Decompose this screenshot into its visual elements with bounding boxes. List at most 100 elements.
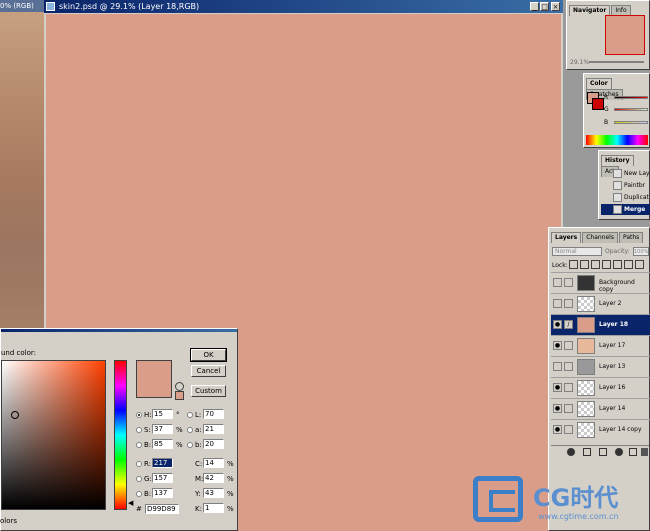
eye-icon[interactable]: ● bbox=[553, 320, 562, 329]
blend-mode-select[interactable]: Normal bbox=[552, 247, 602, 256]
gamut-warning-icon[interactable] bbox=[175, 382, 184, 391]
color-field[interactable] bbox=[1, 360, 106, 510]
move-icon[interactable] bbox=[624, 260, 633, 269]
history-palette: HistoryAct New Lay Paintbr Duplicat Merg… bbox=[598, 150, 650, 220]
hue-slider[interactable] bbox=[114, 360, 127, 510]
layer-thumbnail bbox=[577, 422, 595, 438]
h-radio[interactable] bbox=[136, 412, 142, 418]
layer-row[interactable]: Layer 13 bbox=[551, 356, 650, 377]
cgtime-watermark: CG时代 www.cgtime.com.cn bbox=[473, 472, 643, 528]
color-field-cursor[interactable] bbox=[11, 411, 19, 419]
layers-bottom-toolbar bbox=[551, 445, 649, 458]
layer-thumbnail bbox=[577, 338, 595, 354]
history-item-selected[interactable]: Merge bbox=[601, 204, 650, 215]
color-picker-dialog: und color: ◀ OK Cancel Custom H: 15 ° S: 37… bbox=[0, 328, 238, 531]
g-radio[interactable] bbox=[136, 476, 142, 482]
layer-row[interactable]: Background copy bbox=[551, 272, 650, 293]
ok-button[interactable]: OK bbox=[190, 348, 227, 362]
tab-color[interactable]: Color bbox=[586, 78, 612, 89]
lock-transparency-icon[interactable] bbox=[569, 260, 578, 269]
custom-button[interactable]: Custom bbox=[191, 385, 226, 397]
photoshop-doc-icon bbox=[46, 2, 55, 11]
history-item[interactable]: Paintbr bbox=[601, 180, 650, 191]
tab-layers[interactable]: Layers bbox=[551, 232, 582, 243]
red-slider[interactable] bbox=[614, 96, 648, 99]
blue-slider[interactable] bbox=[614, 121, 648, 124]
b-radio[interactable] bbox=[136, 442, 142, 448]
visibility-toggle[interactable] bbox=[553, 362, 562, 371]
layer-link-toggle[interactable] bbox=[564, 362, 573, 371]
cancel-button[interactable]: Cancel bbox=[191, 365, 226, 377]
layer-thumbnail bbox=[577, 275, 595, 291]
layer-row[interactable]: Layer 2 bbox=[551, 293, 650, 314]
lock-label: Lock: bbox=[552, 262, 568, 269]
layer-name: Layer 13 bbox=[599, 363, 626, 370]
eye-icon[interactable]: ● bbox=[553, 383, 562, 392]
adjustment-layer-icon[interactable] bbox=[615, 448, 623, 456]
s-radio[interactable] bbox=[136, 427, 142, 433]
a-radio[interactable] bbox=[187, 427, 193, 433]
color-palette: ColorSwatches R G B bbox=[583, 73, 650, 148]
tab-channels[interactable]: Channels bbox=[582, 232, 618, 243]
document-title: skin2.psd @ 29.1% (Layer 18,RGB) bbox=[59, 2, 200, 11]
watermark-url: www.cgtime.com.cn bbox=[538, 512, 619, 521]
visibility-toggle[interactable] bbox=[553, 278, 562, 287]
new-layer-icon[interactable] bbox=[629, 448, 637, 456]
lab-b-radio[interactable] bbox=[187, 442, 193, 448]
navigator-zoom-slider[interactable] bbox=[589, 61, 644, 63]
layer-link-toggle[interactable] bbox=[564, 404, 573, 413]
history-item[interactable]: Duplicat bbox=[601, 192, 650, 203]
layer-row[interactable]: ● Layer 16 bbox=[551, 377, 650, 398]
layer-row-selected[interactable]: ● / Layer 18 bbox=[551, 314, 650, 335]
lock-buttons[interactable] bbox=[569, 260, 649, 270]
hex-input[interactable]: D99D89 bbox=[145, 504, 179, 514]
navigator-zoom[interactable]: 29.1% bbox=[570, 59, 589, 66]
maximize-button[interactable]: □ bbox=[540, 2, 549, 11]
color-picker-titlebar[interactable] bbox=[1, 329, 237, 332]
layer-thumbnail bbox=[577, 359, 595, 375]
tab-paths[interactable]: Paths bbox=[618, 232, 644, 243]
lock-icon[interactable] bbox=[635, 260, 644, 269]
new-set-icon[interactable] bbox=[599, 448, 607, 456]
layer-mask-icon[interactable] bbox=[583, 448, 591, 456]
l-radio[interactable] bbox=[187, 412, 193, 418]
close-button[interactable]: × bbox=[551, 2, 560, 11]
background-color-swatch[interactable] bbox=[592, 98, 604, 110]
layer-link-toggle[interactable] bbox=[564, 341, 573, 350]
tab-history[interactable]: History bbox=[601, 155, 634, 166]
layer-name: Layer 16 bbox=[599, 384, 626, 391]
layer-link-toggle[interactable] bbox=[564, 278, 573, 287]
web-safe-swatch[interactable] bbox=[175, 391, 184, 400]
layer-link-toggle[interactable] bbox=[564, 425, 573, 434]
layer-link-toggle[interactable] bbox=[564, 383, 573, 392]
opacity-input[interactable]: 100% bbox=[633, 247, 649, 256]
eye-icon[interactable]: ● bbox=[553, 425, 562, 434]
history-item[interactable]: New Lay bbox=[601, 168, 650, 179]
history-step-icon bbox=[613, 169, 622, 178]
layer-row[interactable]: ● Layer 14 bbox=[551, 398, 650, 419]
trash-icon[interactable] bbox=[641, 448, 648, 456]
color-spectrum-ramp[interactable] bbox=[586, 135, 648, 145]
lock-all-icon[interactable] bbox=[602, 260, 611, 269]
r-radio[interactable] bbox=[136, 461, 142, 467]
visibility-toggle[interactable] bbox=[553, 299, 562, 308]
layer-link-toggle[interactable] bbox=[564, 299, 573, 308]
layer-row[interactable]: ● Layer 17 bbox=[551, 335, 650, 356]
navigator-thumbnail[interactable] bbox=[605, 15, 645, 55]
layer-style-icon[interactable] bbox=[567, 448, 575, 456]
green-slider[interactable] bbox=[614, 108, 648, 111]
lock-image-icon[interactable] bbox=[580, 260, 589, 269]
eye-icon[interactable]: ● bbox=[553, 341, 562, 350]
layer-row[interactable]: ● Layer 14 copy bbox=[551, 419, 650, 440]
document-titlebar[interactable]: skin2.psd @ 29.1% (Layer 18,RGB) _ □ × bbox=[44, 0, 563, 13]
blue-radio[interactable] bbox=[136, 491, 142, 497]
color-channel-b: B bbox=[604, 119, 609, 126]
link-icon[interactable] bbox=[613, 260, 622, 269]
navigator-palette: Navigator Info 29.1% bbox=[566, 0, 650, 70]
hue-slider-arrow-icon[interactable]: ◀ bbox=[128, 499, 133, 507]
brush-icon[interactable]: / bbox=[564, 320, 573, 329]
background-document-title: 0% (RGB) bbox=[0, 0, 44, 12]
minimize-button[interactable]: _ bbox=[530, 2, 539, 11]
eye-icon[interactable]: ● bbox=[553, 404, 562, 413]
lock-position-icon[interactable] bbox=[591, 260, 600, 269]
